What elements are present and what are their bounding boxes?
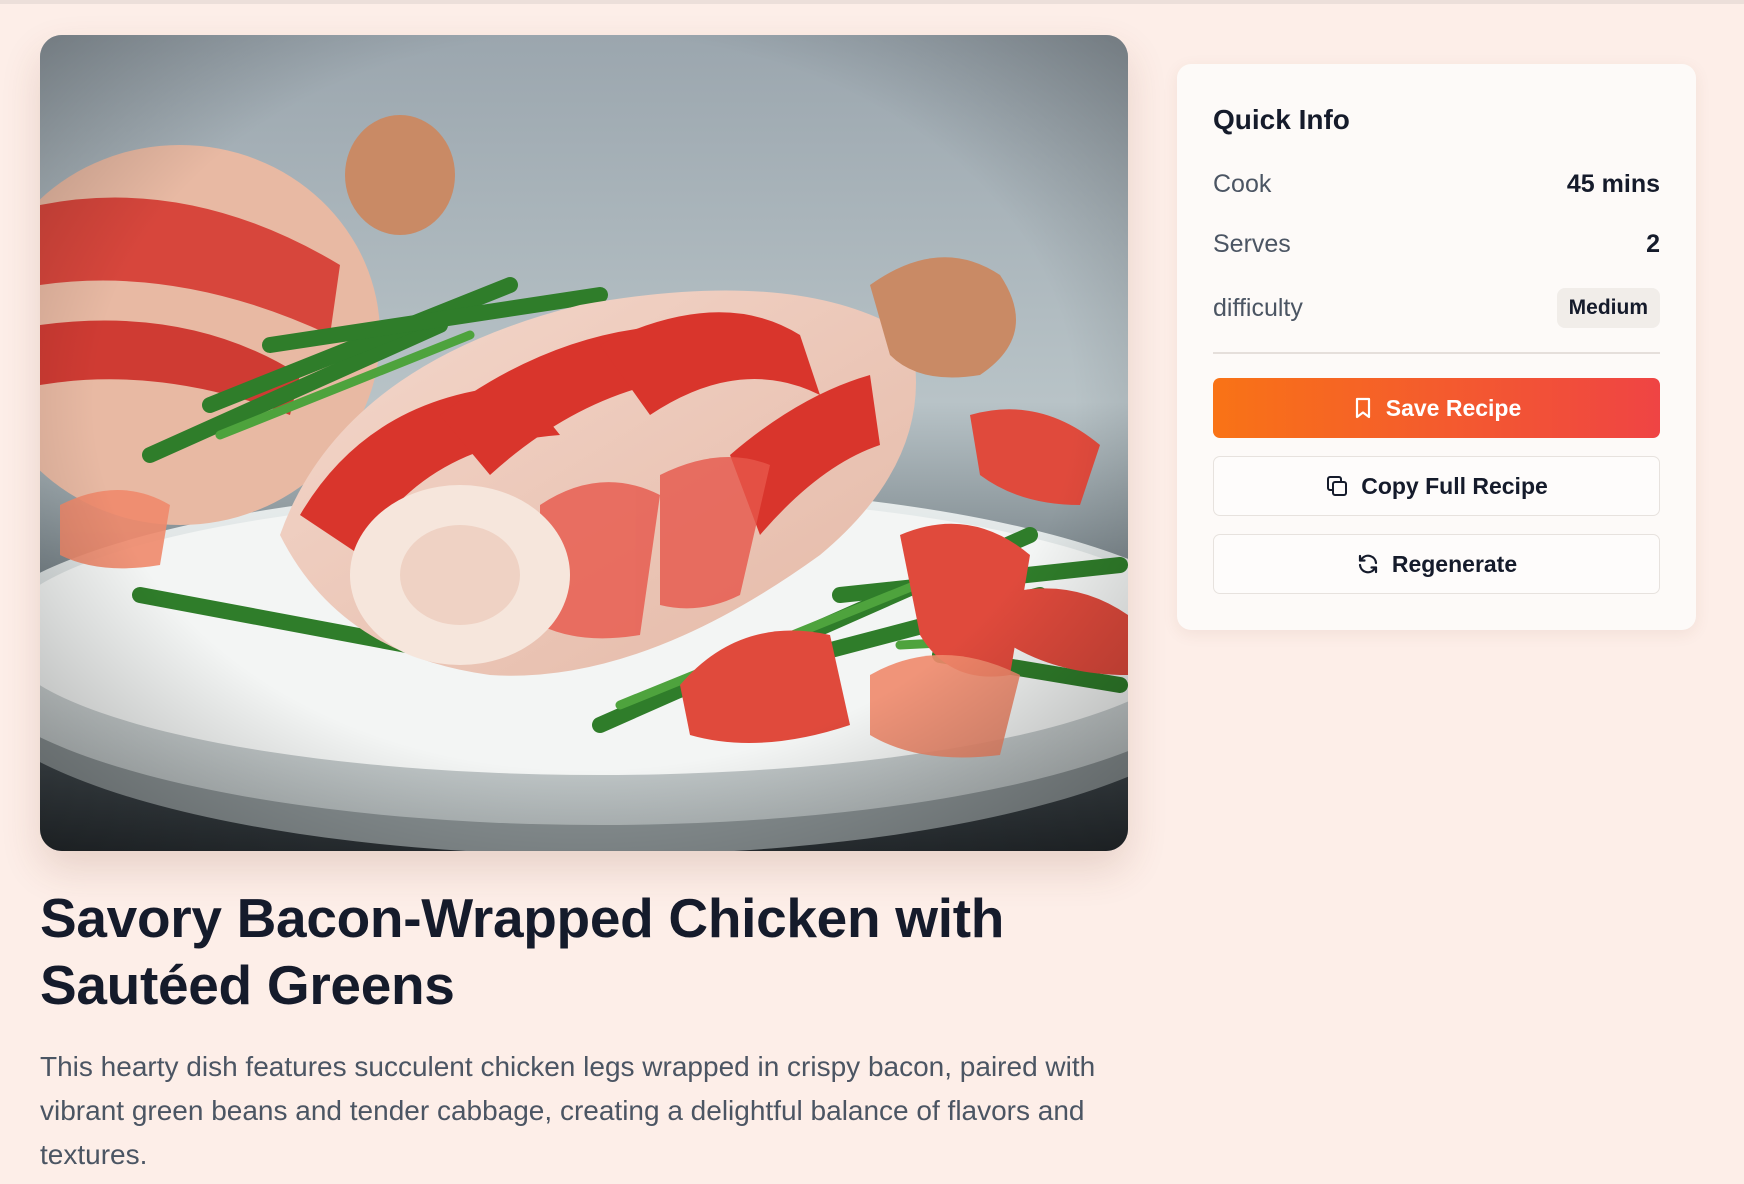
bookmark-icon xyxy=(1352,396,1374,420)
serves-value: 2 xyxy=(1646,229,1660,258)
serves-row: Serves 2 xyxy=(1213,222,1660,266)
recipe-image xyxy=(40,35,1128,851)
cook-value: 45 mins xyxy=(1566,169,1660,198)
quick-info-heading: Quick Info xyxy=(1213,104,1350,135)
save-recipe-button[interactable]: Save Recipe xyxy=(1213,378,1660,438)
cook-time-row: Cook 45 mins xyxy=(1213,162,1660,206)
cook-label: Cook xyxy=(1213,169,1272,198)
copy-full-recipe-label: Copy Full Recipe xyxy=(1361,472,1548,499)
difficulty-badge: Medium xyxy=(1556,288,1660,328)
recipe-description: This hearty dish features succulent chic… xyxy=(40,1051,1096,1170)
recipe-photo-illustration xyxy=(40,35,1128,851)
copy-icon xyxy=(1325,474,1349,498)
top-border xyxy=(0,0,1744,4)
copy-full-recipe-button[interactable]: Copy Full Recipe xyxy=(1213,456,1660,516)
refresh-icon xyxy=(1356,552,1380,576)
difficulty-row: difficulty Medium xyxy=(1213,286,1660,330)
difficulty-label: difficulty xyxy=(1213,293,1303,322)
recipe-title: Savory Bacon-Wrapped Chicken with Sautée… xyxy=(40,887,1005,1016)
divider xyxy=(1213,352,1660,354)
quick-info-card: Quick Info Cook 45 mins Serves 2 difficu… xyxy=(1177,64,1696,630)
serves-label: Serves xyxy=(1213,229,1291,258)
regenerate-label: Regenerate xyxy=(1391,550,1518,577)
regenerate-button[interactable]: Regenerate xyxy=(1213,534,1660,594)
save-recipe-label: Save Recipe xyxy=(1385,394,1522,421)
